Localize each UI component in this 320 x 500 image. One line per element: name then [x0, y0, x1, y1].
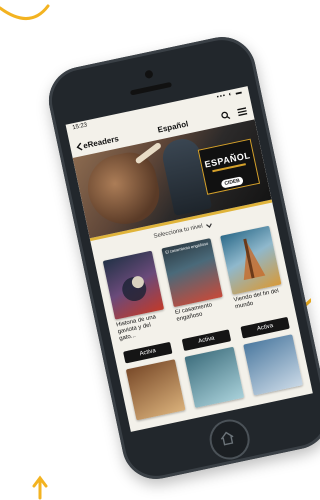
book-cover-art: [243, 238, 266, 281]
book-card[interactable]: [183, 346, 247, 408]
home-button[interactable]: [205, 415, 254, 464]
arrow-top-left: [0, 4, 50, 20]
book-cover-art: [122, 276, 147, 302]
chevron-down-icon: [205, 222, 212, 228]
search-icon[interactable]: [220, 110, 231, 121]
front-camera: [144, 69, 154, 80]
hero-bull-illustration: [81, 147, 165, 231]
publisher-logo: CIDEB: [220, 176, 244, 189]
language-badge: ESPAÑOL CIDEB: [197, 138, 261, 195]
book-card[interactable]: [124, 359, 188, 421]
book-cover[interactable]: [102, 250, 165, 320]
book-cover[interactable]: [125, 359, 186, 421]
back-label: eReaders: [82, 133, 120, 150]
book-cover[interactable]: [184, 346, 245, 408]
book-cover[interactable]: [220, 225, 282, 295]
arrow-bottom: [32, 475, 48, 500]
earpiece-speaker: [129, 81, 173, 96]
home-icon: [220, 431, 234, 446]
book-card[interactable]: [241, 334, 305, 396]
book-cover[interactable]: El casamiento engañoso: [161, 238, 223, 308]
book-cover-title: El casamiento engañoso: [164, 240, 209, 255]
menu-icon[interactable]: [237, 107, 248, 117]
book-cover[interactable]: [243, 334, 303, 396]
